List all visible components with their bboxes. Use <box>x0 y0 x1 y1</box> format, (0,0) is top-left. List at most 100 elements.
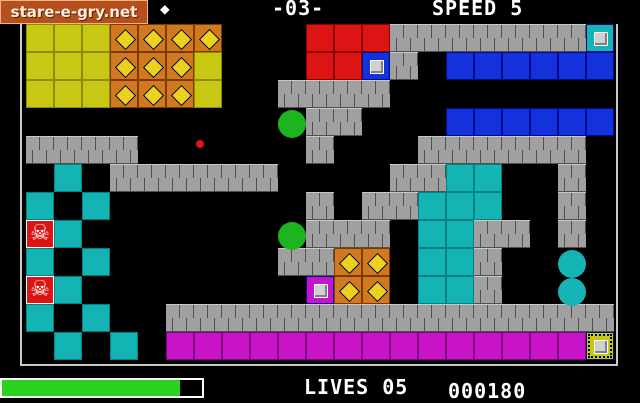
cyan-block <box>54 164 82 192</box>
magenta-block <box>558 332 586 360</box>
cyan-block <box>82 304 110 332</box>
ball-icon <box>278 222 306 250</box>
skull-icon <box>26 276 54 304</box>
brick-wall <box>306 108 362 136</box>
diamond-block <box>166 24 194 52</box>
brick-wall <box>306 220 390 248</box>
blue-block <box>586 108 614 136</box>
brick-wall <box>390 52 418 80</box>
diamond-block <box>110 24 138 52</box>
diamond-block <box>138 80 166 108</box>
cyan-block <box>446 220 474 248</box>
brick-wall <box>306 136 334 164</box>
cyan-block <box>474 192 502 220</box>
cyan-block <box>82 192 110 220</box>
blue-block <box>474 108 502 136</box>
magenta-block <box>334 332 362 360</box>
ball-icon <box>196 140 204 148</box>
diamond-block <box>166 52 194 80</box>
cyan-block <box>54 220 82 248</box>
switch-block-icon <box>306 276 334 304</box>
cyan-block <box>418 220 446 248</box>
red-block <box>334 24 362 52</box>
brick-wall <box>390 24 586 52</box>
cyan-block <box>446 276 474 304</box>
ball-icon <box>558 250 586 278</box>
yellow-block <box>82 52 110 80</box>
yellow-block <box>26 24 54 52</box>
brick-wall <box>558 192 586 220</box>
yellow-block <box>26 80 54 108</box>
blue-block <box>502 108 530 136</box>
diamond-block <box>166 80 194 108</box>
ball-icon <box>558 278 586 306</box>
magenta-block <box>474 332 502 360</box>
cyan-block <box>418 276 446 304</box>
playfield <box>20 24 618 366</box>
skull-icon <box>26 220 54 248</box>
brick-wall <box>474 276 502 304</box>
cyan-block <box>26 192 54 220</box>
cyan-block <box>26 304 54 332</box>
diamond-block <box>110 52 138 80</box>
brick-wall <box>558 220 586 248</box>
cyan-block <box>446 192 474 220</box>
diamond-block <box>362 276 390 304</box>
magenta-block <box>502 332 530 360</box>
cyan-block <box>418 192 446 220</box>
brick-wall <box>474 248 502 276</box>
red-block <box>362 24 390 52</box>
red-block <box>334 52 362 80</box>
brick-wall <box>474 220 530 248</box>
diamond-block <box>362 248 390 276</box>
brick-wall <box>390 164 446 192</box>
yellow-block <box>54 80 82 108</box>
switch-block-icon <box>586 332 614 360</box>
magenta-block <box>446 332 474 360</box>
brick-wall <box>362 192 418 220</box>
yellow-block <box>82 24 110 52</box>
energy-bar <box>0 378 204 398</box>
diamond-block <box>110 80 138 108</box>
diamond-block <box>194 24 222 52</box>
magenta-block <box>418 332 446 360</box>
switch-block-icon <box>362 52 390 80</box>
magenta-block <box>194 332 222 360</box>
cyan-block <box>446 248 474 276</box>
diamond-icon: ◆ <box>160 0 171 18</box>
cyan-block <box>418 248 446 276</box>
cyan-block <box>82 248 110 276</box>
blue-block <box>558 52 586 80</box>
brick-wall <box>110 164 278 192</box>
cyan-block <box>26 248 54 276</box>
brick-wall <box>278 80 390 108</box>
blue-block <box>586 52 614 80</box>
switch-block-icon <box>586 24 614 52</box>
diamond-block <box>334 248 362 276</box>
brick-wall <box>166 304 614 332</box>
cyan-block <box>474 164 502 192</box>
blue-block <box>530 52 558 80</box>
cyan-block <box>54 276 82 304</box>
cyan-block <box>54 332 82 360</box>
yellow-block <box>194 52 222 80</box>
speed-indicator: SPEED 5 <box>432 0 524 20</box>
diamond-block <box>334 276 362 304</box>
score-counter: 000180 <box>448 379 527 403</box>
ball-icon <box>278 110 306 138</box>
diamond-block <box>138 52 166 80</box>
magenta-block <box>222 332 250 360</box>
red-block <box>306 52 334 80</box>
brick-wall <box>278 248 334 276</box>
cyan-block <box>110 332 138 360</box>
blue-block <box>530 108 558 136</box>
brick-wall <box>26 136 138 164</box>
blue-block <box>502 52 530 80</box>
lives-counter: LIVES 05 <box>304 375 409 399</box>
magenta-block <box>390 332 418 360</box>
yellow-block <box>54 24 82 52</box>
magenta-block <box>306 332 334 360</box>
magenta-block <box>166 332 194 360</box>
magenta-block <box>362 332 390 360</box>
brick-wall <box>418 136 586 164</box>
